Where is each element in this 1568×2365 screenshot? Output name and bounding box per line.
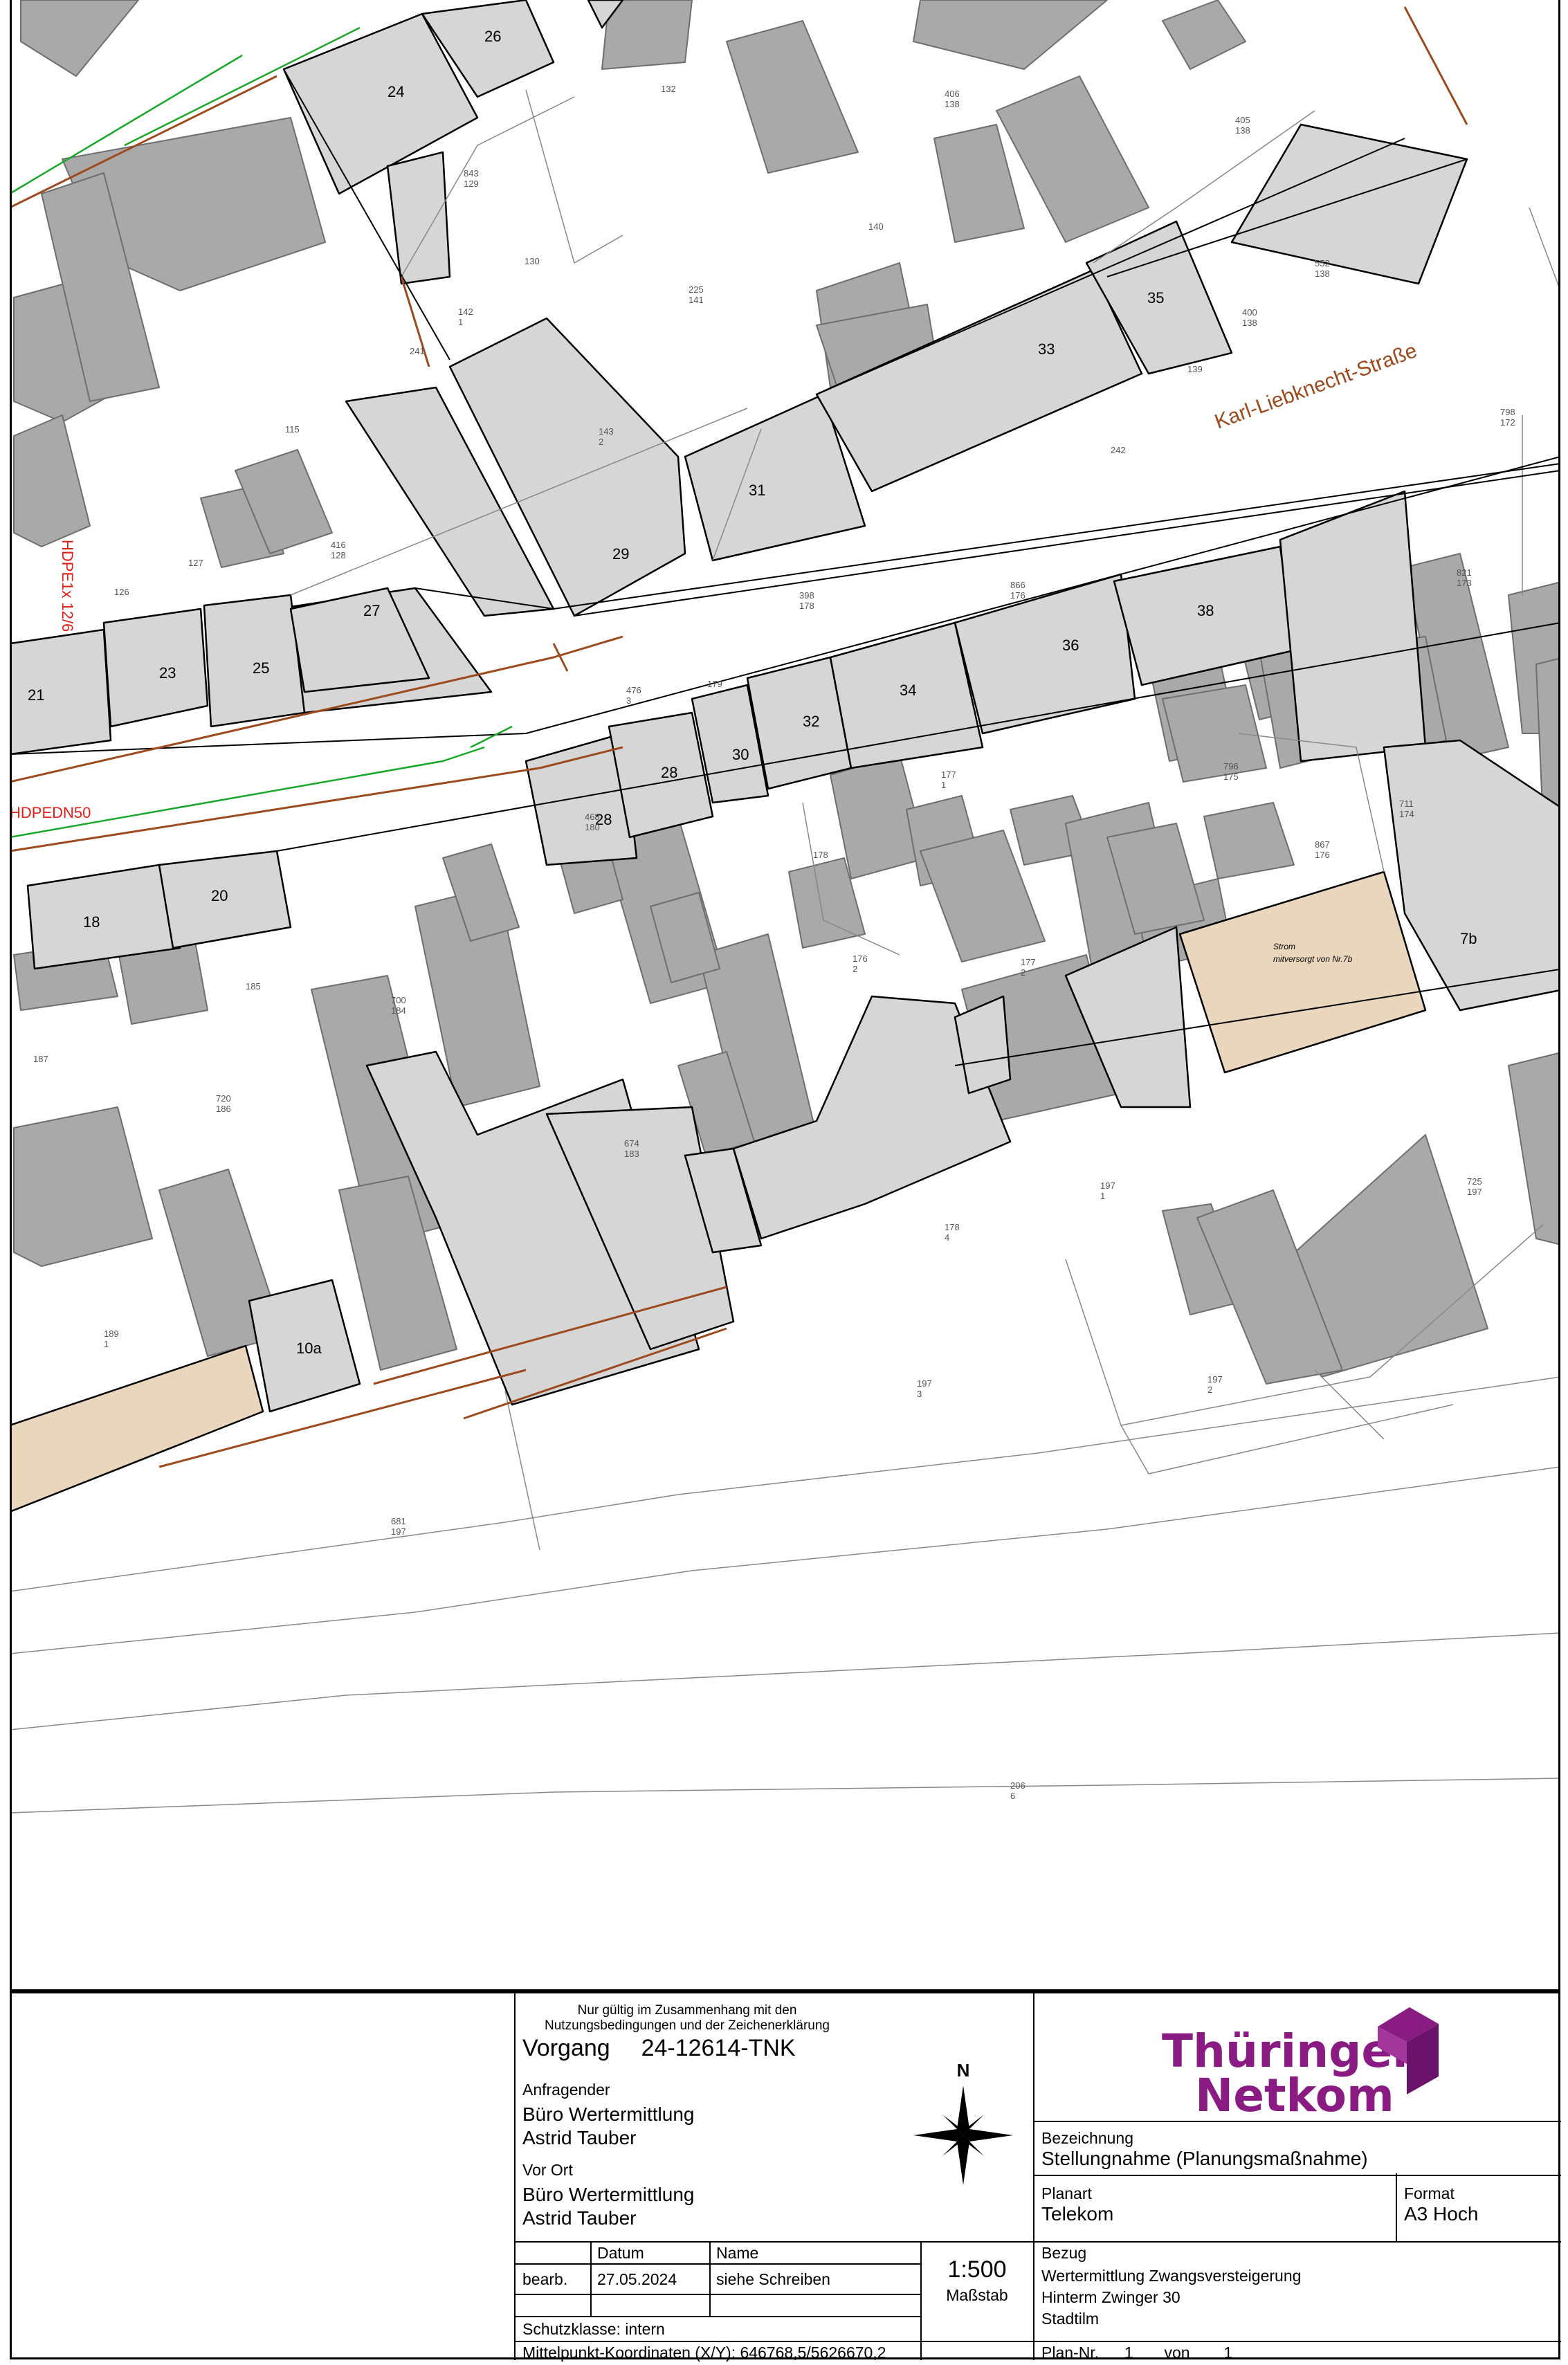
datum-label: Datum	[597, 2244, 644, 2262]
scale-value: 1:500	[947, 2256, 1007, 2283]
plan-number: Plan-Nr. 1 von 1	[1041, 2344, 1387, 2362]
bezeichnung: Bezeichnung Stellungnahme (Planungsmaßna…	[1041, 2129, 1553, 2170]
vor-ort: Vor Ort Büro Wertermittlung Astrid Taube…	[522, 2161, 938, 2229]
schutzklasse: Schutzklasse: intern	[522, 2320, 665, 2338]
format-label: Format	[1404, 2184, 1455, 2202]
plannr-label: Plan-Nr.	[1041, 2344, 1100, 2362]
logo-cube-icon	[1378, 2007, 1439, 2094]
bezeichnung-label: Bezeichnung	[1041, 2129, 1133, 2147]
vorort-line: Astrid Tauber	[522, 2207, 637, 2229]
vorgang-label: Vorgang	[522, 2035, 610, 2061]
usage-notice: Nur gültig im Zusammenhang mit den Nutzu…	[514, 2003, 860, 2034]
planart-label: Planart	[1041, 2184, 1092, 2202]
name-value: siehe Schreiben	[716, 2270, 830, 2288]
anfragender-line: Büro Wertermittlung	[522, 2103, 695, 2125]
plan-sheet: HDPE1x 12/6 HDPEDN50 Karl-Liebknecht-Str…	[0, 0, 1568, 2365]
bezug-label: Bezug	[1041, 2244, 1087, 2262]
datum-value: 27.05.2024	[597, 2270, 677, 2288]
plannr-value: 1	[1124, 2344, 1133, 2362]
name-label: Name	[716, 2244, 759, 2262]
vorort-line: Büro Wertermittlung	[522, 2184, 695, 2205]
planart: Planart Telekom	[1041, 2184, 1387, 2225]
map-frame	[10, 0, 1560, 1991]
bezug: Bezug Wertermittlung Zwangsversteigerung…	[1041, 2244, 1553, 2328]
vorgang: Vorgang 24-12614-TNK	[522, 2035, 1007, 2062]
notice-line: Nutzungsbedingungen und der Zeichenerklä…	[545, 2018, 830, 2033]
bezug-line: Wertermittlung Zwangsversteigerung	[1041, 2267, 1302, 2285]
format: Format A3 Hoch	[1404, 2184, 1556, 2225]
format-value: A3 Hoch	[1404, 2203, 1479, 2225]
bezug-line: Stadtilm	[1041, 2310, 1100, 2328]
von-label: von	[1164, 2344, 1190, 2362]
anfragender-label: Anfragender	[522, 2081, 610, 2099]
bezeichnung-value: Stellungnahme (Planungsmaßnahme)	[1041, 2148, 1368, 2169]
scale-label: Maßstab	[946, 2286, 1008, 2304]
anfragender: Anfragender Büro Wertermittlung Astrid T…	[522, 2081, 938, 2149]
company-logo: Thüringer Netkom	[1147, 2000, 1534, 2119]
title-block: Nur gültig im Zusammenhang mit den Nutzu…	[10, 1991, 1561, 2362]
von-value: 1	[1223, 2344, 1233, 2362]
logo-line: Netkom	[1195, 2069, 1394, 2122]
bezug-line: Hinterm Zwinger 30	[1041, 2288, 1180, 2306]
vorort-label: Vor Ort	[522, 2161, 573, 2179]
north-arrow: N	[911, 2060, 1015, 2185]
bearb-label: bearb.	[522, 2270, 568, 2288]
north-label: N	[956, 2060, 970, 2081]
compass-rose-icon	[913, 2085, 1013, 2185]
scale: 1:500 Maßstab	[922, 2256, 1032, 2305]
vorgang-value: 24-12614-TNK	[641, 2035, 796, 2061]
anfragender-line: Astrid Tauber	[522, 2127, 637, 2148]
center-coordinates: Mittelpunkt-Koordinaten (X/Y): 646768,5/…	[522, 2344, 886, 2362]
planart-value: Telekom	[1041, 2203, 1114, 2225]
notice-line: Nur gültig im Zusammenhang mit den	[577, 2003, 797, 2018]
